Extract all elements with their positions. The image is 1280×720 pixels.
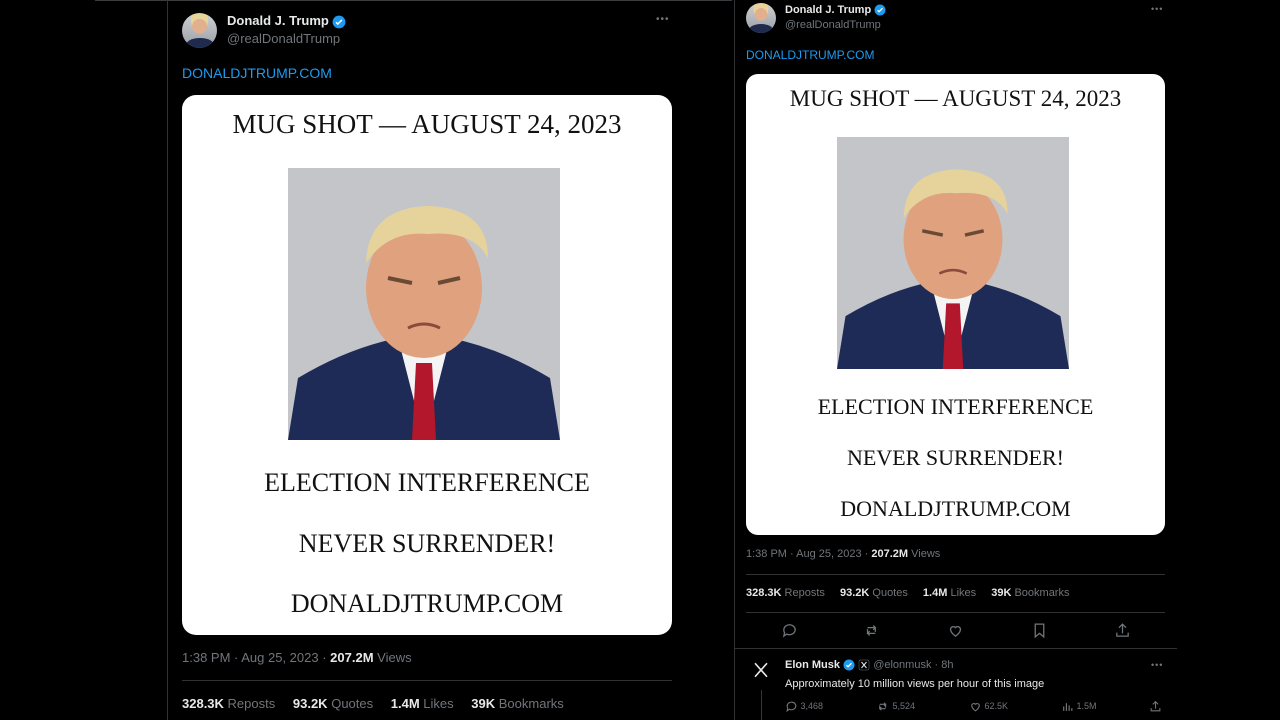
- verified-badge-icon: [843, 659, 855, 671]
- verified-badge-icon: [874, 4, 886, 16]
- reply-age[interactable]: · 8h: [935, 659, 954, 671]
- avatar[interactable]: [746, 655, 776, 685]
- card-title: MUG SHOT — AUGUST 24, 2023: [789, 86, 1122, 111]
- views-label: Views: [911, 548, 941, 560]
- reply-reply-action[interactable]: 3,468: [785, 700, 823, 713]
- views-label: Views: [377, 650, 412, 665]
- reply-like-action[interactable]: 62.5K: [969, 700, 1008, 713]
- bookmark-icon[interactable]: [1031, 622, 1048, 639]
- views-count: 207.2M: [330, 650, 374, 665]
- thread-line: [761, 690, 762, 720]
- more-options-icon[interactable]: •••: [1151, 4, 1163, 14]
- tweet-link[interactable]: DONALDJTRUMP.COM: [182, 65, 332, 81]
- stat-reposts[interactable]: 328.3K Reposts: [746, 587, 825, 599]
- stat-quotes[interactable]: 93.2K Quotes: [293, 696, 373, 711]
- stats-divider: [746, 612, 1165, 613]
- right-panel-border: [734, 0, 735, 720]
- mugshot-photo: [837, 137, 1069, 369]
- card-line-election: ELECTION INTERFERENCE: [817, 394, 1094, 419]
- tweet-time[interactable]: 1:38 PM · Aug 25, 2023 ·: [182, 650, 327, 665]
- stats-row: 328.3K Reposts 93.2K Quotes 1.4M Likes 3…: [746, 587, 1069, 599]
- share-icon[interactable]: [1114, 622, 1131, 639]
- tweet-meta: 1:38 PM · Aug 25, 2023 · 207.2M Views: [182, 650, 412, 665]
- meta-divider: [746, 574, 1165, 575]
- reply-author-handle[interactable]: @elonmusk: [873, 659, 931, 671]
- like-icon: [971, 703, 980, 712]
- reply-more-options-icon[interactable]: •••: [1151, 660, 1163, 670]
- avatar[interactable]: [182, 13, 217, 48]
- x-logo-icon: [754, 662, 768, 678]
- card-line-surrender: NEVER SURRENDER!: [847, 445, 1064, 470]
- meta-divider: [182, 680, 672, 681]
- stat-likes[interactable]: 1.4M Likes: [391, 696, 454, 711]
- tweet-link[interactable]: DONALDJTRUMP.COM: [746, 48, 874, 62]
- tweet-time[interactable]: 1:38 PM · Aug 25, 2023 ·: [746, 548, 868, 560]
- action-divider: [734, 648, 1177, 649]
- author-name[interactable]: Donald J. Trump: [785, 4, 871, 16]
- mugshot-photo: [288, 168, 560, 440]
- card-line-website: DONALDJTRUMP.COM: [840, 496, 1071, 521]
- card-line-surrender: NEVER SURRENDER!: [298, 529, 556, 558]
- views-icon: [1063, 703, 1073, 711]
- stat-reposts[interactable]: 328.3K Reposts: [182, 696, 275, 711]
- tweet-meta: 1:38 PM · Aug 25, 2023 · 207.2M Views: [746, 548, 940, 560]
- reply-repost-action[interactable]: 5,524: [877, 700, 915, 713]
- repost-icon[interactable]: [864, 622, 881, 639]
- reply-icon: [786, 701, 797, 713]
- tweet-image-card[interactable]: MUG SHOT — AUGUST 24, 2023 ELECTION INTE…: [746, 74, 1165, 535]
- reply-text: Approximately 10 million views per hour …: [785, 678, 1045, 690]
- author-handle[interactable]: @realDonaldTrump: [785, 19, 881, 31]
- more-options-icon[interactable]: •••: [656, 14, 670, 25]
- card-line-website: DONALDJTRUMP.COM: [290, 589, 564, 618]
- repost-icon: [878, 702, 887, 711]
- left-panel-border: [167, 0, 168, 720]
- stat-bookmarks[interactable]: 39K Bookmarks: [471, 696, 564, 711]
- top-divider: [95, 0, 732, 1]
- stat-bookmarks[interactable]: 39K Bookmarks: [991, 587, 1069, 599]
- card-line-election: ELECTION INTERFERENCE: [264, 468, 590, 497]
- mugshot-illustration: [837, 137, 1069, 369]
- stats-row: 328.3K Reposts 93.2K Quotes 1.4M Likes 3…: [182, 696, 564, 711]
- reply-views-action[interactable]: 1.5M: [1061, 700, 1097, 713]
- reply-author-name[interactable]: Elon Musk: [785, 659, 840, 671]
- like-icon[interactable]: [947, 622, 964, 639]
- stat-quotes[interactable]: 93.2K Quotes: [840, 587, 908, 599]
- reply-header: Elon Musk @elonmusk · 8h: [785, 659, 953, 671]
- views-count: 207.2M: [871, 548, 909, 560]
- affiliate-badge-icon: [858, 659, 870, 671]
- author-handle[interactable]: @realDonaldTrump: [227, 31, 340, 46]
- share-icon[interactable]: [1149, 700, 1162, 713]
- tweet-image-card[interactable]: MUG SHOT — AUGUST 24, 2023 ELECTION INTE…: [182, 95, 672, 635]
- verified-badge-icon: [333, 15, 346, 28]
- card-title: MUG SHOT — AUGUST 24, 2023: [232, 109, 622, 139]
- reply-icon[interactable]: [781, 622, 798, 639]
- mugshot-illustration: [288, 168, 560, 440]
- stat-likes[interactable]: 1.4M Likes: [923, 587, 976, 599]
- author-name[interactable]: Donald J. Trump: [227, 13, 329, 28]
- avatar[interactable]: [746, 3, 776, 33]
